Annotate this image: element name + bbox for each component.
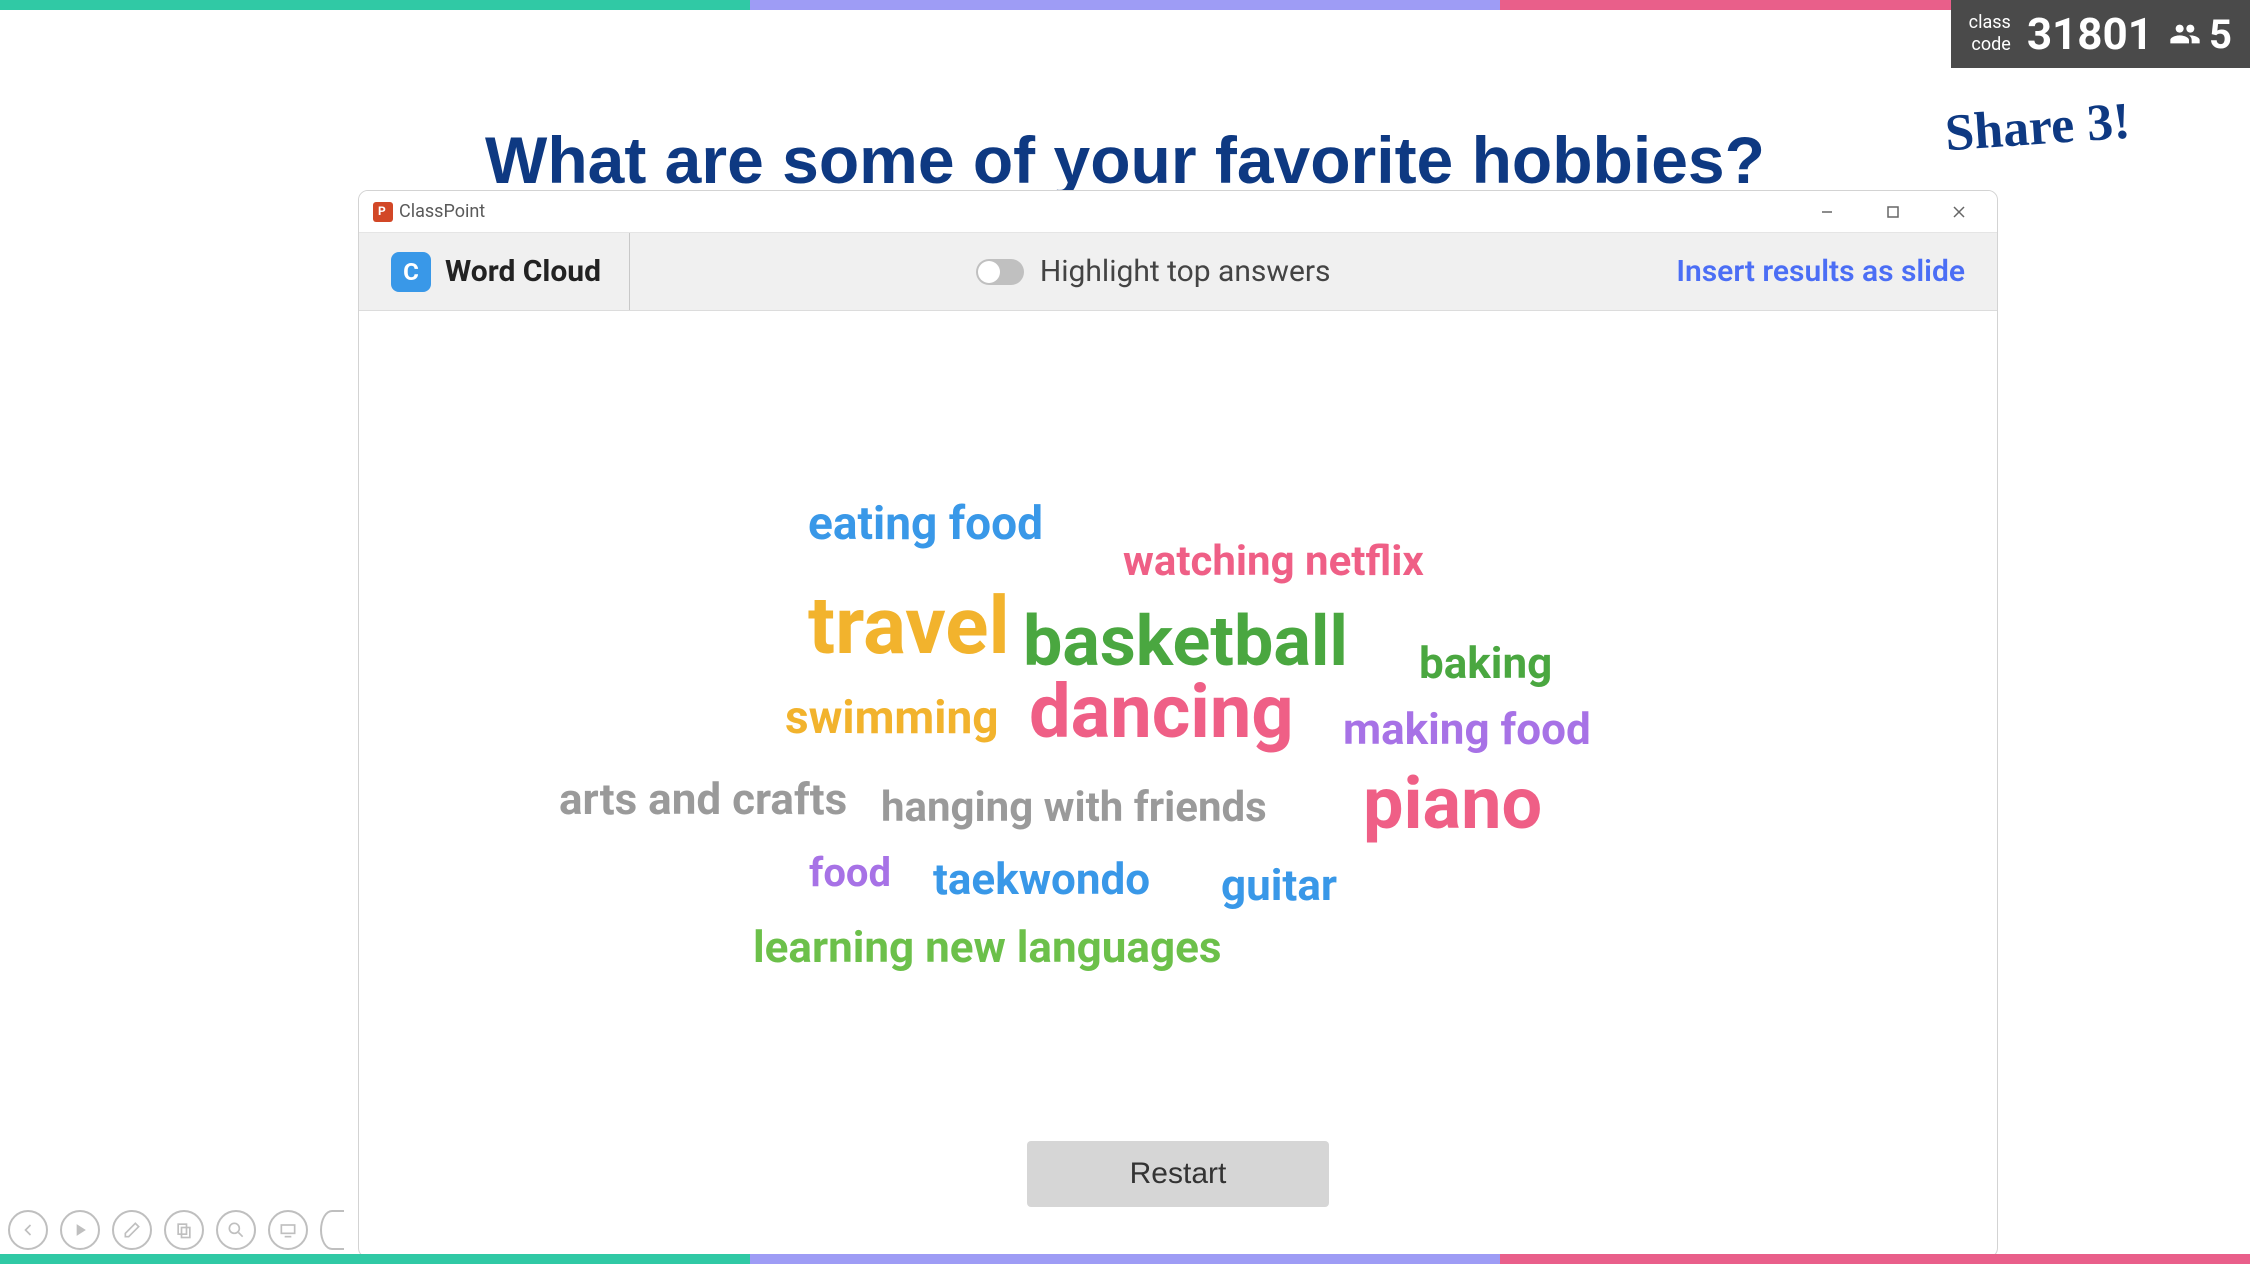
presentation-toolbar [8,1210,344,1250]
word-taekwondo: taekwondo [933,853,1150,905]
stripe-segment [750,1254,1500,1264]
modal-titlebar: ClassPoint [359,191,1997,233]
maximize-button[interactable] [1861,192,1925,232]
word-food: food [809,849,891,896]
pen-button[interactable] [112,1210,152,1250]
highlight-label: Highlight top answers [1040,254,1331,289]
people-icon [2169,18,2201,50]
more-button[interactable] [320,1210,344,1250]
word-dancing: dancing [1029,669,1294,756]
screen-button[interactable] [268,1210,308,1250]
window-controls [1795,192,1991,232]
word-arts-and-crafts: arts and crafts [559,773,847,825]
powerpoint-icon [373,202,393,222]
word-making-food: making food [1343,703,1591,755]
class-code-label: class code [1969,12,2011,55]
word-piano: piano [1363,761,1542,846]
modal-toolbar: C Word Cloud Highlight top answers Inser… [359,233,1997,311]
bottom-stripe [0,1254,2250,1264]
titlebar-left: ClassPoint [373,201,485,222]
participants-count: 5 [2169,11,2232,58]
word-guitar: guitar [1221,859,1337,911]
class-info-bar: class code 31801 5 [1951,0,2250,68]
minimize-icon [1820,205,1834,219]
question-title: What are some of your favorite hobbies? [0,122,2250,198]
close-button[interactable] [1927,192,1991,232]
word-learning-new-languages: learning new languages [753,921,1221,973]
stripe-segment [0,0,750,10]
toolbar-left: C Word Cloud [391,233,630,310]
wordcloud-modal: ClassPoint C Word Cloud Highlight top an… [358,190,1998,1258]
word-watching-netflix: watching netflix [1123,537,1424,586]
minimize-button[interactable] [1795,192,1859,232]
stripe-segment [1500,1254,2250,1264]
stripe-segment [750,0,1500,10]
insert-results-link[interactable]: Insert results as slide [1676,254,1965,289]
classpoint-icon: C [391,252,431,292]
wordcloud-canvas: eating foodwatching netflixtravelbasketb… [359,311,1997,1123]
top-stripe [0,0,2250,10]
restart-button[interactable]: Restart [1027,1141,1329,1207]
highlight-toggle[interactable] [976,259,1024,285]
play-button[interactable] [60,1210,100,1250]
word-hanging-with-friends: hanging with friends [881,783,1267,832]
toolbar-center: Highlight top answers [630,254,1676,289]
wordcloud-label: Word Cloud [445,254,601,289]
participants-number: 5 [2209,11,2232,58]
stripe-segment [0,1254,750,1264]
maximize-icon [1886,205,1900,219]
word-swimming: swimming [785,691,999,745]
class-label-2: code [1969,34,2011,56]
titlebar-title: ClassPoint [399,201,485,222]
class-label-1: class [1969,12,2011,34]
word-baking: baking [1419,637,1552,689]
zoom-button[interactable] [216,1210,256,1250]
word-eating-food: eating food [808,497,1043,551]
copy-button[interactable] [164,1210,204,1250]
back-button[interactable] [8,1210,48,1250]
close-icon [1952,205,1966,219]
word-travel: travel [808,579,1010,673]
class-code-value: 31801 [2027,8,2153,60]
